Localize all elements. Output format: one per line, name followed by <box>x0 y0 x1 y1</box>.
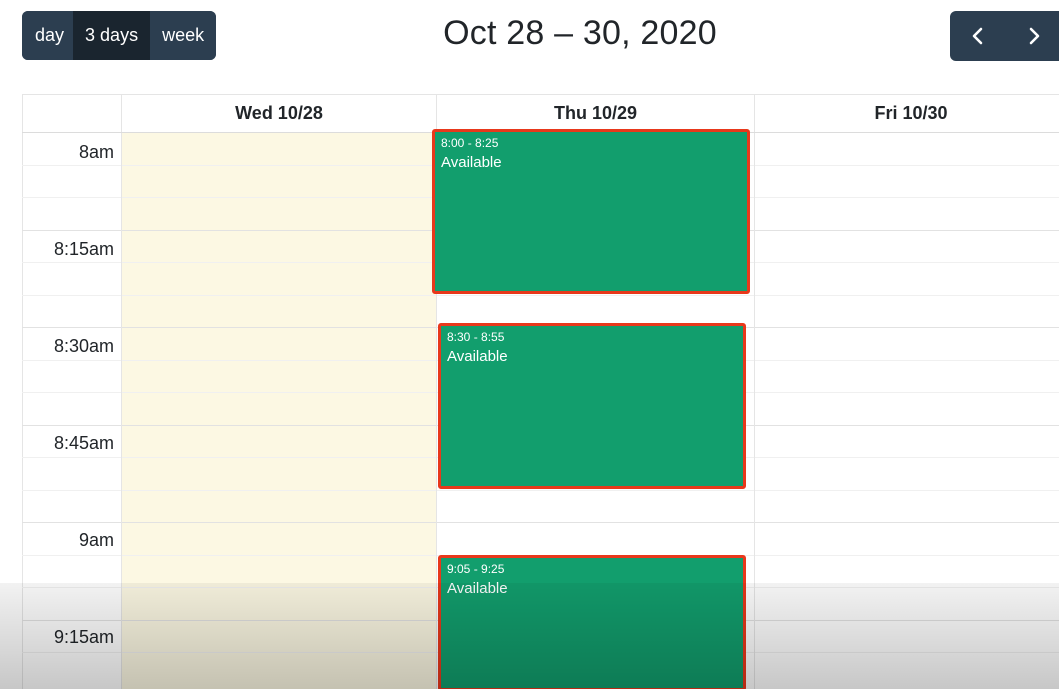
time-label-9am: 9am <box>78 530 114 550</box>
today-column-highlight <box>121 133 436 689</box>
day-header-fri[interactable]: Fri 10/30 <box>754 94 1059 132</box>
next-button[interactable] <box>1006 11 1059 61</box>
event-available[interactable]: 9:05 - 9:25 Available <box>438 555 746 689</box>
day-header-wed[interactable]: Wed 10/28 <box>121 94 436 132</box>
three-days-view-button[interactable]: 3 days <box>73 11 151 60</box>
time-label-815am: 8:15am <box>53 239 114 259</box>
event-available[interactable]: 8:00 - 8:25 Available <box>432 129 750 294</box>
event-title: Available <box>447 348 508 365</box>
chevron-right-icon <box>1029 27 1040 45</box>
prev-button[interactable] <box>950 11 1006 61</box>
event-time: 8:00 - 8:25 <box>441 136 499 150</box>
date-navigation <box>950 11 1059 61</box>
week-view-button[interactable]: week <box>150 11 217 60</box>
event-time: 8:30 - 8:55 <box>447 330 505 344</box>
view-switcher: day 3 days week <box>22 11 217 60</box>
event-available[interactable]: 8:30 - 8:55 Available <box>438 323 746 489</box>
chevron-left-icon <box>972 27 983 45</box>
event-title: Available <box>441 154 502 171</box>
event-time: 9:05 - 9:25 <box>447 562 505 576</box>
time-label-8am: 8am <box>78 142 114 162</box>
event-title: Available <box>447 580 508 597</box>
calendar-app: day 3 days week Oct 28 – 30, 2020 Wed 10… <box>0 0 1059 689</box>
time-label-915am: 9:15am <box>53 627 114 647</box>
time-label-845am: 8:45am <box>53 433 114 453</box>
day-view-button[interactable]: day <box>22 11 74 60</box>
day-header-thu[interactable]: Thu 10/29 <box>436 94 754 132</box>
calendar-title: Oct 28 – 30, 2020 <box>443 14 717 52</box>
time-label-830am: 8:30am <box>53 336 114 356</box>
time-grid: Wed 10/28 Thu 10/29 Fri 10/30 8am 8:15am… <box>22 94 1059 689</box>
